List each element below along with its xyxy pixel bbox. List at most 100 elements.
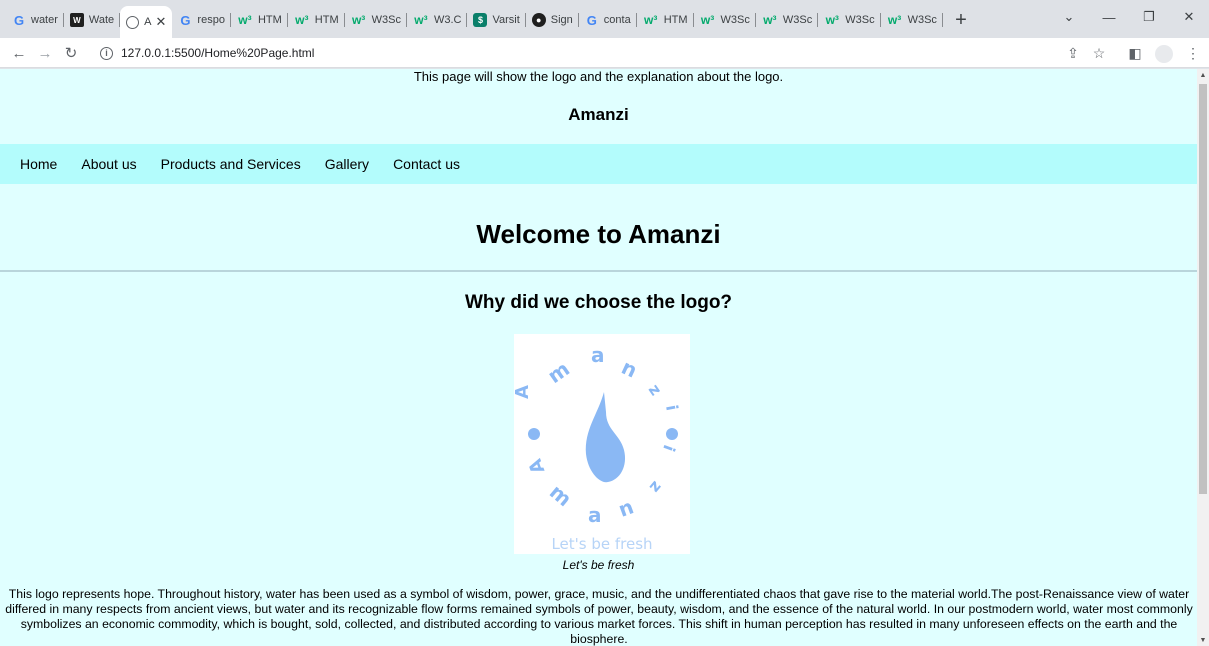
- logo-ring-letter: A: [525, 456, 550, 476]
- tab-label: Varsit: [492, 14, 520, 26]
- tab-label: W3Sc: [371, 14, 401, 26]
- tab-label: A: [144, 16, 152, 28]
- w3schools-icon: w³: [351, 13, 366, 27]
- logo-tagline: Let's be fresh: [551, 535, 652, 553]
- logo-ring-letter: m: [545, 479, 576, 511]
- logo-dot: [528, 428, 540, 440]
- logo-ring-letter: n: [615, 494, 637, 521]
- tab-label: water: [31, 14, 58, 26]
- tab[interactable]: w³ W3Sc: [818, 6, 881, 34]
- varsity-icon: $: [473, 13, 488, 27]
- tab[interactable]: Gwater: [6, 6, 64, 34]
- new-tab-button[interactable]: +: [947, 6, 975, 34]
- tab[interactable]: w³ W3Sc: [756, 6, 819, 34]
- logo-ring-letter: a: [588, 503, 602, 527]
- tab-label: HTM: [663, 14, 688, 26]
- logo-section-heading: Why did we choose the logo?: [464, 292, 733, 313]
- info-icon[interactable]: i: [100, 46, 113, 60]
- close-tab-icon[interactable]: ✕: [156, 14, 167, 30]
- tab[interactable]: w³ W3Sc: [881, 6, 944, 34]
- amanzi-logo-image: m a n z i A A i z m a n Let's be fresh: [512, 334, 690, 554]
- w3schools-icon: w³: [763, 13, 777, 27]
- reload-icon[interactable]: ↻: [60, 42, 82, 64]
- tab[interactable]: W Wate: [64, 6, 121, 34]
- logo-ring-letter: i: [662, 403, 682, 412]
- tab-label: HTM: [314, 14, 339, 26]
- back-arrow-icon[interactable]: ←: [8, 42, 30, 64]
- tab[interactable]: w³ HTM: [231, 6, 288, 34]
- tab[interactable]: Gconta: [579, 6, 637, 34]
- welcome-heading: Welcome to Amanzi: [476, 219, 721, 249]
- scroll-down-arrow-icon[interactable]: ▼: [1197, 634, 1209, 646]
- water-site-icon: W: [69, 13, 84, 27]
- logo-ring-letter: a: [591, 343, 605, 367]
- scroll-thumb[interactable]: [1199, 84, 1207, 494]
- intro-text: This page will show the logo and the exp…: [413, 69, 784, 84]
- tab[interactable]: w³ HTM: [288, 6, 345, 34]
- tab-label: Wate: [88, 14, 115, 26]
- tab[interactable]: Grespo: [172, 6, 231, 34]
- tab-strip: Gwater W Wate A ✕ Grespo w³ HTM w³ HTM w³ W3S…: [0, 0, 1209, 38]
- tab-label: W3Sc: [907, 14, 937, 26]
- google-icon: G: [180, 12, 191, 28]
- minimize-button[interactable]: —: [1089, 0, 1129, 34]
- globe-icon: [126, 15, 140, 29]
- side-panel-icon[interactable]: ◧: [1124, 42, 1146, 64]
- tab-label: W3Sc: [845, 14, 875, 26]
- tab[interactable]: $ Varsit: [467, 6, 527, 34]
- restore-button[interactable]: ❐: [1129, 0, 1169, 34]
- tab-label: HTM: [257, 14, 282, 26]
- w3schools-icon: w³: [238, 13, 252, 27]
- window-controls: ⌄ — ❐ ✕: [1049, 0, 1209, 34]
- tab-label: conta: [603, 14, 631, 26]
- tab-active[interactable]: A ✕: [120, 6, 173, 38]
- nav-about-us[interactable]: About us: [69, 156, 148, 172]
- nav-products-services[interactable]: Products and Services: [149, 156, 313, 172]
- tab-label: Sign: [550, 14, 573, 26]
- w3schools-icon: w³: [414, 13, 428, 27]
- nav-contact-us[interactable]: Contact us: [381, 156, 472, 172]
- tab-list: Gwater W Wate A ✕ Grespo w³ HTM w³ HTM w³ W3S…: [6, 6, 975, 38]
- logo-ring-letter: n: [618, 355, 641, 383]
- nav-home[interactable]: Home: [8, 156, 69, 172]
- tab[interactable]: w³ HTM: [637, 6, 694, 34]
- google-icon: G: [13, 12, 25, 28]
- logo-caption: Let's be fresh: [562, 558, 635, 572]
- logo-ring-letter: A: [514, 385, 533, 399]
- logo-dot: [666, 428, 678, 440]
- close-window-button[interactable]: ✕: [1169, 0, 1209, 34]
- page-scrollbar[interactable]: ▲ ▼: [1197, 69, 1209, 646]
- logo-graphic: m a n z i A A i z m a n Let's be fresh: [512, 343, 682, 553]
- menu-kebab-icon[interactable]: ⋮: [1182, 42, 1204, 64]
- tab-label: W3Sc: [720, 14, 750, 26]
- nav-gallery[interactable]: Gallery: [313, 156, 381, 172]
- url-text[interactable]: 127.0.0.1:5500/Home%20Page.html: [121, 46, 314, 60]
- tab-search-chevron-icon[interactable]: ⌄: [1049, 0, 1089, 34]
- share-icon[interactable]: ⇪: [1062, 42, 1084, 64]
- divider: [0, 270, 1197, 272]
- w3schools-icon: w³: [825, 13, 839, 27]
- logo-ring-letter: i: [659, 442, 679, 454]
- water-drop-icon: [585, 392, 626, 483]
- tab-label: W3Sc: [782, 14, 813, 26]
- main-nav: Home About us Products and Services Gall…: [0, 144, 1197, 184]
- bookmark-star-icon[interactable]: ☆: [1088, 42, 1110, 64]
- logo-ring-letter: z: [646, 478, 667, 497]
- google-icon: G: [586, 12, 597, 28]
- github-icon: ●: [531, 13, 546, 27]
- profile-avatar[interactable]: [1155, 45, 1173, 63]
- logo-ring-letter: z: [645, 380, 666, 399]
- tab[interactable]: ● Sign: [526, 6, 579, 34]
- w3schools-icon: w³: [700, 13, 715, 27]
- page-viewport: This page will show the logo and the exp…: [0, 69, 1197, 646]
- address-bar[interactable]: i 127.0.0.1:5500/Home%20Page.html: [100, 41, 1140, 65]
- tab-label: respo: [197, 14, 225, 26]
- tab[interactable]: w³ W3.C: [407, 6, 468, 34]
- w3schools-icon: w³: [644, 13, 658, 27]
- tab-label: W3.C: [433, 14, 462, 26]
- logo-explanation-paragraph: This logo represents hope. Throughout hi…: [5, 587, 1193, 646]
- tab[interactable]: w³ W3Sc: [345, 6, 408, 34]
- forward-arrow-icon[interactable]: →: [34, 42, 56, 64]
- tab[interactable]: w³ W3Sc: [694, 6, 757, 34]
- scroll-up-arrow-icon[interactable]: ▲: [1197, 69, 1209, 81]
